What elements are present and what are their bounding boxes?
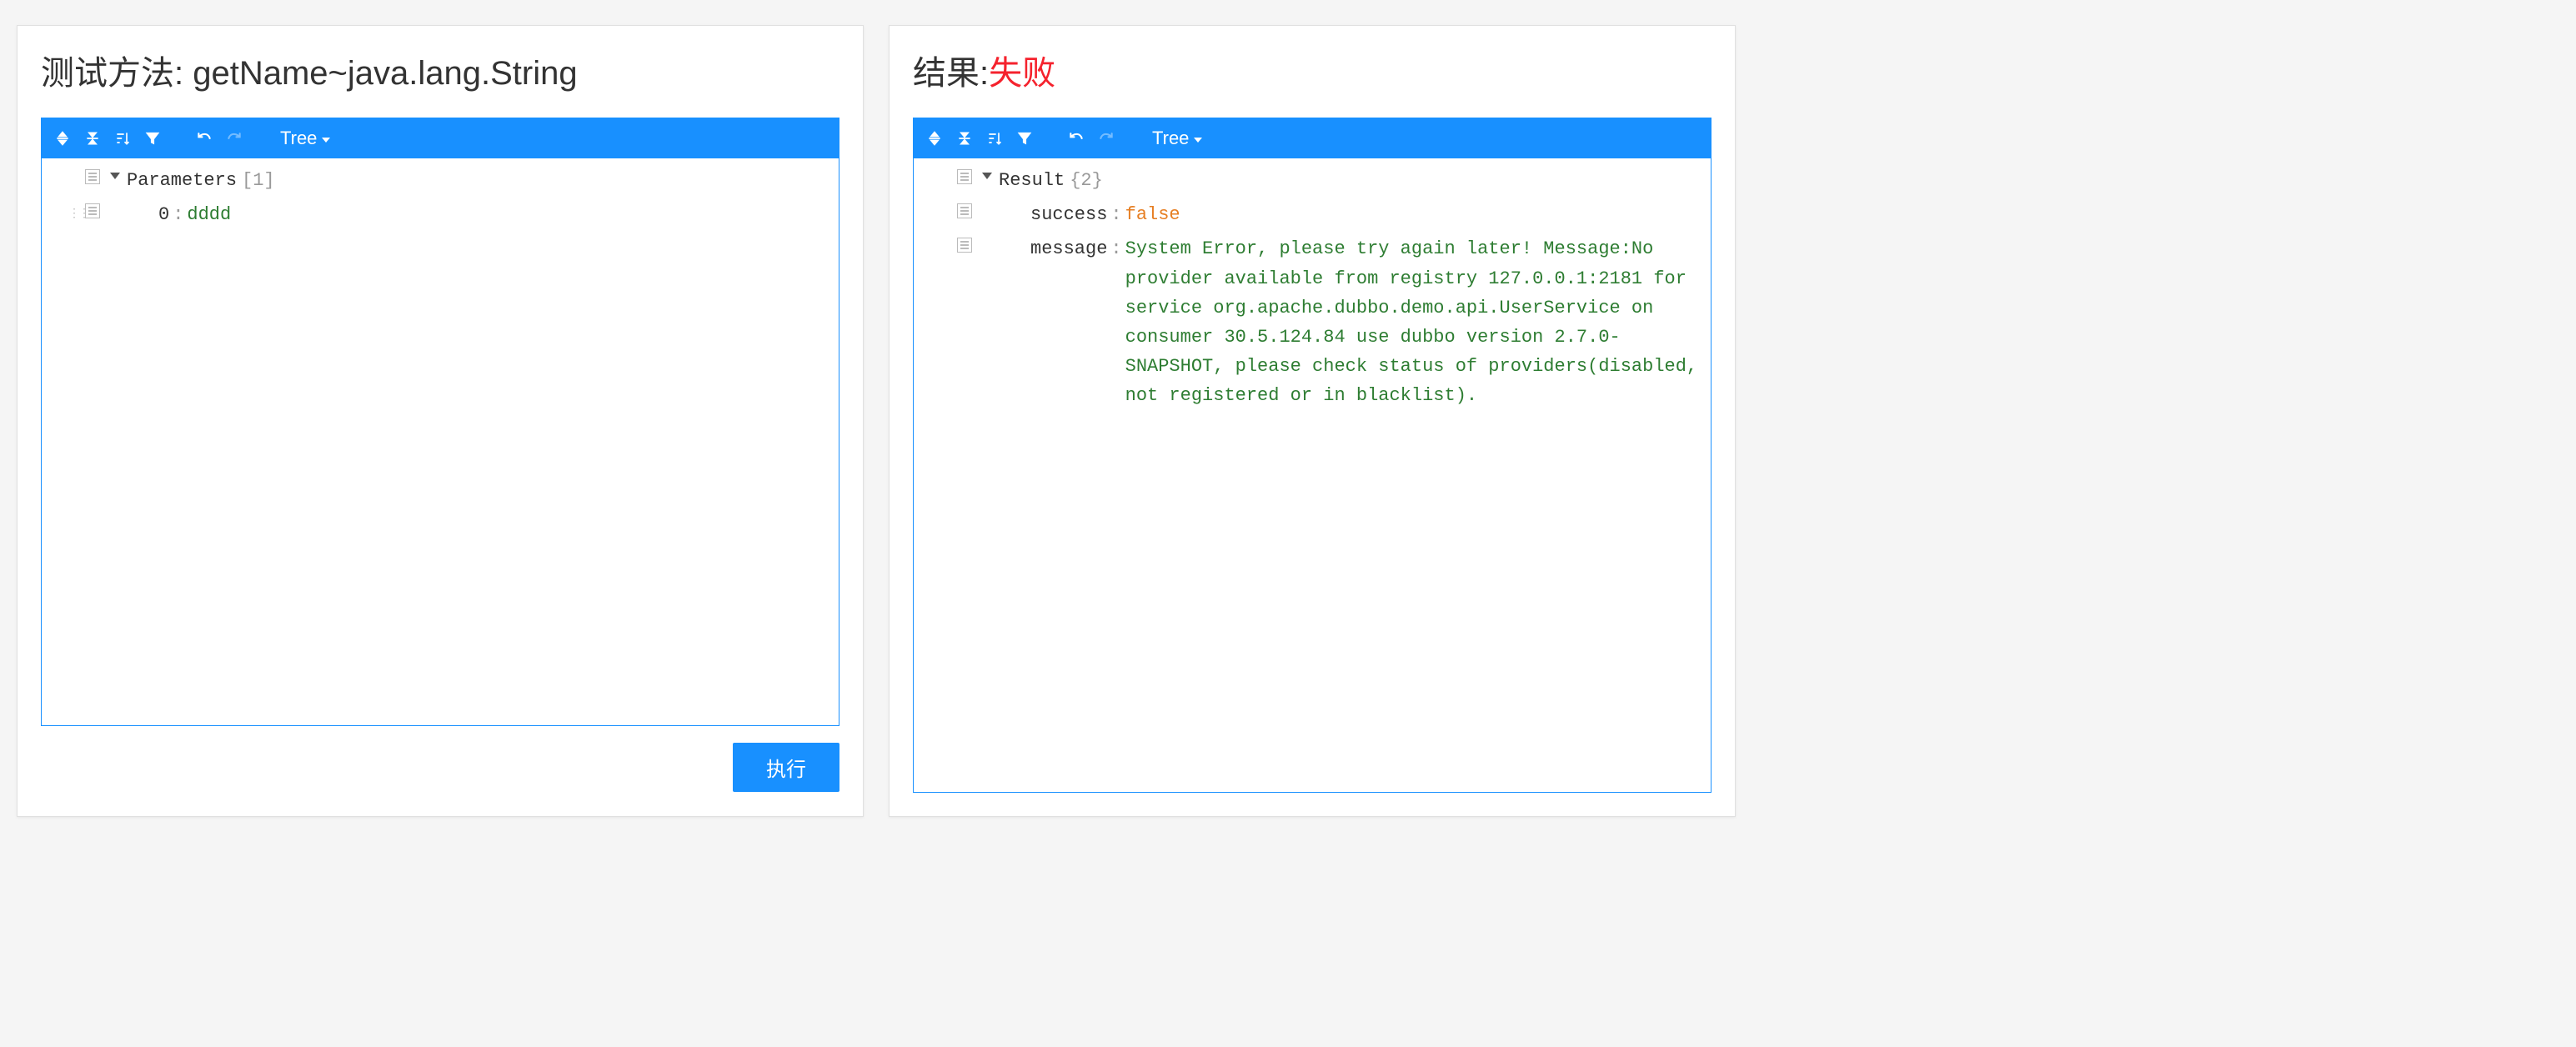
editor-toolbar: Tree xyxy=(42,118,839,158)
mode-dropdown[interactable]: Tree xyxy=(272,128,338,149)
result-prefix: 结果: xyxy=(913,55,989,92)
empty-space xyxy=(1761,25,2559,817)
item-key[interactable]: 0 xyxy=(158,200,169,229)
context-menu-icon[interactable] xyxy=(957,238,972,253)
collapse-all-icon[interactable] xyxy=(78,124,107,153)
expand-all-icon[interactable] xyxy=(48,124,77,153)
root-label: Result xyxy=(999,166,1065,195)
result-panel: 结果:失败 Tree xyxy=(889,25,1736,817)
item-value[interactable]: dddd xyxy=(187,200,231,229)
redo-icon xyxy=(1092,124,1120,153)
collapse-toggle-icon[interactable] xyxy=(110,173,120,179)
tree-item-row[interactable]: message : System Error, please try again… xyxy=(919,232,1711,413)
result-editor: Tree Result {2} success xyxy=(913,118,1711,793)
tree-item-row[interactable]: ⋮⋮ 0 : dddd xyxy=(47,198,839,232)
tree-item-row[interactable]: success : false xyxy=(919,198,1711,232)
test-method-panel: 测试方法: getName~java.lang.String xyxy=(17,25,864,817)
mode-label: Tree xyxy=(280,128,317,149)
chevron-down-icon xyxy=(322,138,330,143)
expand-all-icon[interactable] xyxy=(920,124,949,153)
drag-handle-icon[interactable]: ⋮⋮ xyxy=(68,205,80,217)
tree-root-row[interactable]: Parameters [1] xyxy=(47,163,839,198)
json-tree[interactable]: Parameters [1] ⋮⋮ 0 : dddd xyxy=(42,158,839,725)
message-value: System Error, please try again later! Me… xyxy=(1125,234,1711,410)
execute-button[interactable]: 执行 xyxy=(733,743,839,792)
root-count: {2} xyxy=(1070,166,1103,195)
sort-icon[interactable] xyxy=(980,124,1009,153)
filter-icon[interactable] xyxy=(138,124,167,153)
context-menu-icon[interactable] xyxy=(957,169,972,184)
tree-root-row[interactable]: Result {2} xyxy=(919,163,1711,198)
undo-icon[interactable] xyxy=(190,124,218,153)
chevron-down-icon xyxy=(1194,138,1202,143)
title-prefix: 测试方法: xyxy=(41,55,193,92)
collapse-toggle-icon[interactable] xyxy=(982,173,992,179)
undo-icon[interactable] xyxy=(1062,124,1090,153)
mode-dropdown[interactable]: Tree xyxy=(1144,128,1210,149)
redo-icon xyxy=(220,124,248,153)
collapse-all-icon[interactable] xyxy=(950,124,979,153)
action-row: 执行 xyxy=(41,743,839,792)
root-count: [1] xyxy=(242,166,275,195)
result-status: 失败 xyxy=(989,55,1055,92)
context-menu-icon[interactable] xyxy=(85,169,100,184)
filter-icon[interactable] xyxy=(1010,124,1039,153)
editor-toolbar: Tree xyxy=(914,118,1711,158)
sort-icon[interactable] xyxy=(108,124,137,153)
json-tree[interactable]: Result {2} success : false m xyxy=(914,158,1711,792)
success-value: false xyxy=(1125,200,1180,229)
method-name: getName~java.lang.String xyxy=(193,55,577,92)
root-label: Parameters xyxy=(127,166,237,195)
context-menu-icon[interactable] xyxy=(85,203,100,218)
test-method-title: 测试方法: getName~java.lang.String xyxy=(41,46,839,94)
message-key: message xyxy=(1030,234,1107,410)
context-menu-icon[interactable] xyxy=(957,203,972,218)
parameters-editor: Tree Parameters [1] ⋮⋮ xyxy=(41,118,839,726)
success-key: success xyxy=(1030,200,1107,229)
mode-label: Tree xyxy=(1152,128,1189,149)
result-title: 结果:失败 xyxy=(913,46,1711,94)
